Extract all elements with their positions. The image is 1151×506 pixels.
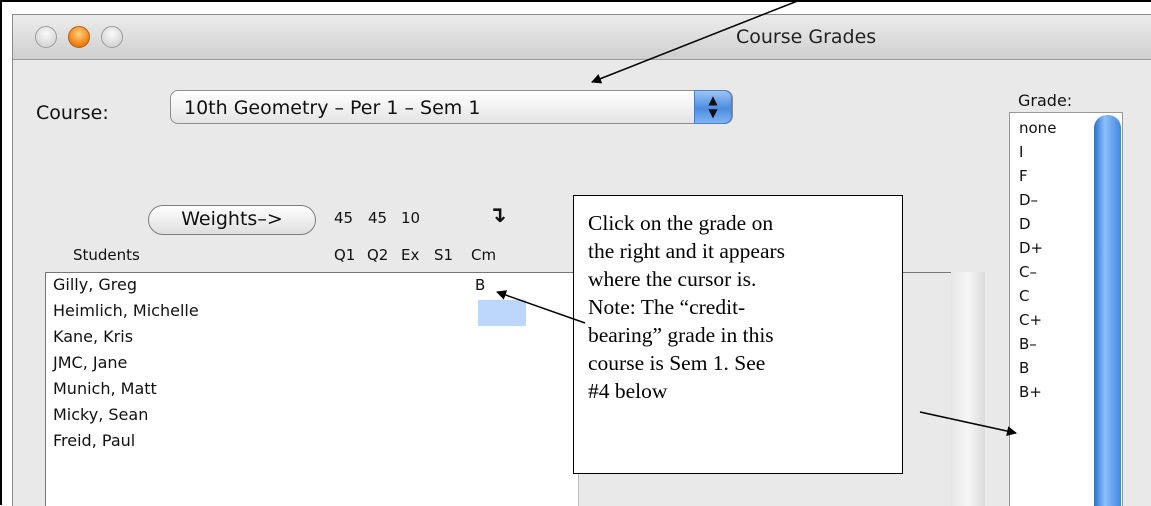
student-row[interactable]: Heimlich, Michelle bbox=[53, 299, 199, 323]
student-row[interactable]: JMC, Jane bbox=[53, 351, 127, 375]
window-title: Course Grades bbox=[736, 26, 877, 48]
callout-line: where the cursor is. bbox=[588, 267, 757, 291]
column-header-cm[interactable]: Cm bbox=[471, 246, 496, 264]
title-bar: Course Grades bbox=[13, 15, 1151, 60]
callout-line: course is Sem 1. See bbox=[588, 351, 766, 375]
grade-option[interactable]: B bbox=[1019, 356, 1029, 380]
grades-table[interactable]: B bbox=[334, 272, 579, 506]
grade-option[interactable]: D– bbox=[1019, 188, 1038, 212]
callout-line: the right and it appears bbox=[588, 239, 786, 263]
column-header-q1[interactable]: Q1 bbox=[334, 246, 355, 264]
grade-option[interactable]: B+ bbox=[1019, 380, 1042, 404]
grade-panel-label: Grade: bbox=[1018, 91, 1073, 110]
outer-frame-top bbox=[0, 0, 1151, 2]
course-select-value: 10th Geometry – Per 1 – Sem 1 bbox=[184, 97, 481, 119]
course-select-stepper-icon[interactable]: ▲ ▼ bbox=[694, 90, 732, 124]
callout-line: #4 below bbox=[588, 379, 668, 403]
grade-option[interactable]: C bbox=[1019, 284, 1029, 308]
course-label: Course: bbox=[36, 102, 109, 124]
grade-option[interactable]: B– bbox=[1019, 332, 1037, 356]
grade-list-scrollbar[interactable] bbox=[1094, 115, 1121, 506]
zoom-button[interactable] bbox=[101, 26, 123, 48]
column-header-ex[interactable]: Ex bbox=[401, 246, 419, 264]
callout-line: bearing” grade in this bbox=[588, 323, 774, 347]
annotation-callout: Click on the grade on the right and it a… bbox=[573, 195, 903, 474]
grade-option[interactable]: C+ bbox=[1019, 308, 1042, 332]
students-list[interactable]: Gilly, Greg Heimlich, Michelle Kane, Kri… bbox=[45, 272, 336, 506]
callout-line: Click on the grade on bbox=[588, 211, 774, 235]
column-header-s1[interactable]: S1 bbox=[434, 246, 453, 264]
table-scrollbar[interactable] bbox=[951, 272, 985, 506]
course-select[interactable]: 10th Geometry – Per 1 – Sem 1 ▲ ▼ bbox=[170, 90, 733, 124]
grade-option[interactable]: C– bbox=[1019, 260, 1037, 284]
selected-grade-cell[interactable] bbox=[478, 300, 526, 326]
minimize-button[interactable] bbox=[68, 26, 90, 48]
close-button[interactable] bbox=[35, 26, 57, 48]
student-row[interactable]: Freid, Paul bbox=[53, 429, 135, 453]
column-header-q2[interactable]: Q2 bbox=[367, 246, 388, 264]
student-row[interactable]: Kane, Kris bbox=[53, 325, 133, 349]
column-header-students: Students bbox=[73, 246, 140, 264]
weight-q2: 45 bbox=[368, 209, 388, 227]
outer-frame-left bbox=[0, 0, 2, 505]
grade-option[interactable]: none bbox=[1019, 116, 1056, 140]
weight-ex: 10 bbox=[401, 209, 421, 227]
grade-cell-s1[interactable]: B bbox=[475, 273, 485, 297]
weight-q1: 45 bbox=[334, 209, 354, 227]
grade-option[interactable]: D+ bbox=[1019, 236, 1043, 260]
student-row[interactable]: Gilly, Greg bbox=[53, 273, 137, 297]
grade-option[interactable]: D bbox=[1019, 212, 1031, 236]
student-row[interactable]: Munich, Matt bbox=[53, 377, 157, 401]
weights-button[interactable]: Weights–> bbox=[148, 205, 316, 235]
grade-options-list[interactable]: none I F D– D D+ C– C C+ B– B B+ bbox=[1009, 112, 1123, 506]
grade-option[interactable]: I bbox=[1019, 140, 1023, 164]
student-row[interactable]: Micky, Sean bbox=[53, 403, 148, 427]
callout-line: Note: The “credit- bbox=[588, 295, 746, 319]
grade-option[interactable]: F bbox=[1019, 164, 1028, 188]
arrow-down-right-icon: ↴ bbox=[488, 203, 507, 228]
